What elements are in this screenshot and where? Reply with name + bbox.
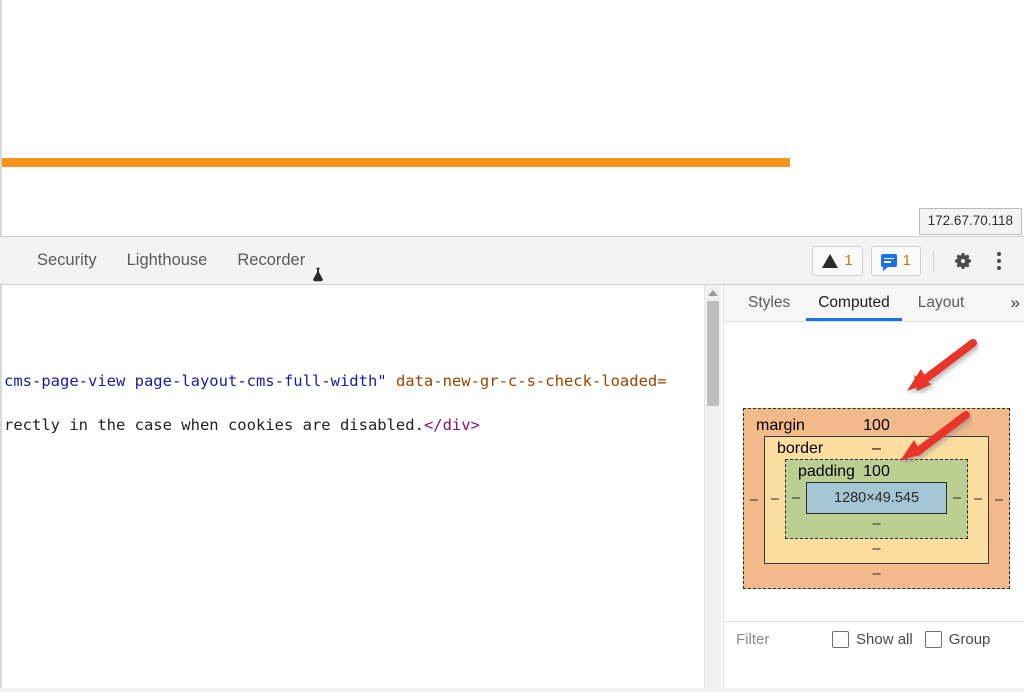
devtools-screenshot: 172.67.70.118 Security Lighthouse Record…	[0, 0, 1024, 692]
message-counter[interactable]: 1	[870, 245, 921, 276]
show-all-checkbox[interactable]	[832, 631, 849, 648]
warning-counter[interactable]: 1	[812, 245, 863, 276]
padding-right-value[interactable]: –	[947, 490, 967, 506]
toolbar-right-controls: 1 1	[812, 245, 1024, 276]
tab-recorder[interactable]: Recorder	[222, 237, 339, 284]
warning-triangle-icon	[822, 253, 839, 268]
toolbar-divider	[933, 249, 934, 272]
panel-tab-list: Security Lighthouse Recorder	[0, 237, 339, 284]
tab-security-label: Security	[37, 251, 97, 269]
code-text-node: rectly in the case when cookies are disa…	[4, 416, 424, 434]
scrollbar-thumb[interactable]	[707, 301, 719, 406]
elements-scrollbar[interactable]	[704, 285, 721, 692]
code-line-2: rectly in the case when cookies are disa…	[4, 416, 480, 435]
group-checkbox[interactable]	[924, 631, 942, 648]
scroll-up-arrow-icon[interactable]	[708, 290, 718, 296]
padding-left-value[interactable]: –	[786, 490, 806, 506]
border-top-row: border –	[765, 437, 988, 459]
box-model-border-box[interactable]: border – – padding 100 – 1280×49.545 – –…	[764, 436, 989, 564]
tab-styles-label: Styles	[748, 294, 791, 311]
group-checkbox-group[interactable]: Group	[924, 631, 991, 648]
box-model-padding-box[interactable]: padding 100 – 1280×49.545 – –	[785, 459, 968, 539]
code-attr-value: cms-page-view page-layout-cms-full-width…	[4, 372, 387, 390]
margin-top-row: margin 100	[744, 414, 1009, 436]
padding-top-row: padding 100	[786, 460, 967, 482]
tab-styles[interactable]: Styles	[734, 285, 804, 321]
message-icon	[880, 254, 897, 271]
box-model-content-box[interactable]: 1280×49.545	[806, 482, 947, 514]
tab-lighthouse-label: Lighthouse	[126, 251, 208, 269]
element-highlight-overlay	[2, 158, 790, 167]
border-top-value[interactable]: –	[872, 440, 881, 458]
page-viewport	[0, 0, 1024, 236]
padding-middle-row: – 1280×49.545 –	[786, 482, 967, 514]
ip-address-tooltip: 172.67.70.118	[918, 208, 1022, 235]
filter-input[interactable]	[736, 631, 832, 648]
sidebar-tab-bar: Styles Computed Layout »	[724, 285, 1024, 322]
margin-middle-row: – border – – padding 100 – 1280×49.545 –…	[744, 436, 1009, 564]
sidebar-tabs-overflow-icon[interactable]: »	[1011, 285, 1024, 321]
elements-panel: cms-page-view page-layout-cms-full-width…	[0, 285, 723, 692]
dom-tree-code[interactable]: cms-page-view page-layout-cms-full-width…	[2, 285, 707, 675]
border-label: border	[777, 440, 824, 457]
code-line-1: cms-page-view page-layout-cms-full-width…	[4, 372, 667, 391]
computed-filter-bar: Show all Group	[724, 621, 1024, 657]
code-attr-name: data-new-gr-c-s-check-loaded=	[386, 372, 667, 390]
border-bottom-value[interactable]: –	[765, 539, 988, 563]
margin-top-value[interactable]: 100	[863, 417, 890, 435]
border-middle-row: – padding 100 – 1280×49.545 – – –	[765, 459, 988, 539]
margin-bottom-value[interactable]: –	[744, 564, 1009, 588]
tab-computed[interactable]: Computed	[804, 285, 904, 321]
box-model-margin-box[interactable]: margin 100 – border – – padding 100 – 12…	[743, 408, 1010, 589]
styles-sidebar: Styles Computed Layout » margin 100 – bo…	[723, 285, 1024, 692]
group-label: Group	[948, 631, 991, 648]
flask-icon	[312, 254, 324, 282]
tab-security[interactable]: Security	[22, 237, 112, 284]
tab-recorder-label: Recorder	[237, 251, 306, 269]
margin-label: margin	[756, 417, 805, 434]
code-close-tag: </div>	[423, 416, 480, 434]
devtools-toolbar: Security Lighthouse Recorder 1 1	[0, 236, 1024, 285]
message-count: 1	[902, 252, 911, 269]
padding-top-value[interactable]: 100	[863, 463, 890, 481]
border-right-value[interactable]: –	[968, 491, 988, 507]
margin-left-value[interactable]: –	[744, 492, 764, 508]
margin-right-value[interactable]: –	[989, 492, 1009, 508]
computed-pane-body: margin 100 – border – – padding 100 – 12…	[724, 322, 1024, 657]
tab-lighthouse[interactable]: Lighthouse	[112, 237, 223, 284]
tab-computed-label: Computed	[818, 294, 890, 311]
kebab-menu-icon[interactable]	[988, 250, 1010, 272]
gear-icon[interactable]	[952, 250, 974, 272]
window-bottom-edge	[0, 688, 1024, 692]
warning-count: 1	[844, 252, 853, 269]
show-all-label: Show all	[856, 631, 913, 648]
padding-bottom-value[interactable]: –	[786, 514, 967, 538]
tab-layout[interactable]: Layout	[904, 285, 979, 321]
show-all-checkbox-group[interactable]: Show all	[832, 631, 913, 648]
padding-label: padding	[798, 463, 855, 480]
border-left-value[interactable]: –	[765, 491, 785, 507]
tab-layout-label: Layout	[917, 294, 965, 311]
